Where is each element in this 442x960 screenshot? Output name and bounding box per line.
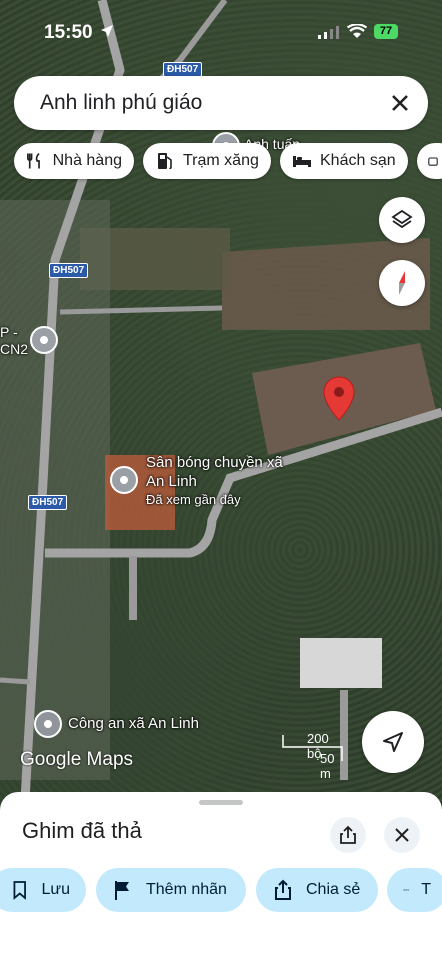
chip-restaurants[interactable]: Nhà hàng (14, 143, 134, 179)
road-shield: ĐH507 (49, 263, 89, 278)
volleyball-court-label: An Linh (146, 473, 197, 490)
recently-viewed-label: Đã xem gần đây (146, 492, 241, 507)
volleyball-court-label: Sân bóng chuyền xã (146, 454, 283, 471)
police-label: Công an xã An Linh (68, 715, 199, 732)
close-icon[interactable] (386, 89, 414, 117)
compass-button[interactable] (379, 260, 425, 306)
more-label: T (421, 881, 431, 898)
place-sheet[interactable]: Ghim đã thả Lưu Thêm nhãn Chia sẻ T (0, 792, 442, 960)
save-button[interactable]: Lưu (0, 868, 86, 912)
google-maps-logo: Google Maps (20, 749, 134, 770)
compass-icon (399, 271, 405, 295)
bed-icon (293, 156, 311, 167)
flag-icon (115, 881, 129, 900)
chip-label: Nhà hàng (52, 152, 122, 169)
chip-more[interactable] (417, 143, 442, 179)
search-query[interactable]: Anh linh phú giáo (40, 91, 202, 115)
more-button[interactable]: T (387, 868, 442, 912)
road (0, 677, 31, 685)
shopping-icon (428, 157, 438, 166)
signal-icon (318, 26, 339, 39)
volleyball-court-marker[interactable] (110, 466, 138, 494)
add-label-button[interactable]: Thêm nhãn (96, 868, 246, 912)
navigation-arrow-icon (383, 732, 403, 752)
sheet-title: Ghim đã thả (22, 818, 142, 843)
poi-marker[interactable] (30, 326, 58, 354)
police-marker[interactable] (34, 710, 62, 738)
road-shield: ĐH507 (163, 62, 203, 77)
building-roof (300, 638, 382, 688)
add-label-label: Thêm nhãn (146, 881, 227, 898)
poi-label: P - (0, 324, 18, 340)
wifi-icon (347, 24, 367, 38)
my-location-button[interactable] (362, 711, 424, 773)
status-time: 15:50 (44, 22, 93, 43)
save-label: Lưu (41, 881, 70, 898)
sheet-handle[interactable] (199, 800, 243, 805)
chip-label: Khách sạn (320, 152, 396, 169)
gas-station-icon (158, 153, 172, 170)
layers-button[interactable] (379, 197, 425, 243)
chip-gas-stations[interactable]: Trạm xăng (143, 143, 271, 179)
road-shield: ĐH507 (28, 495, 68, 510)
location-arrow-icon (101, 25, 113, 37)
share-action-button[interactable]: Chia sẻ (256, 868, 378, 912)
close-sheet-button[interactable] (384, 817, 420, 853)
status-bar: 15:50 77 (0, 18, 442, 48)
category-chips: Nhà hàng Trạm xăng Khách sạn (14, 143, 442, 181)
share-action-label: Chia sẻ (306, 881, 361, 898)
chip-hotels[interactable]: Khách sạn (280, 143, 408, 179)
share-button[interactable] (330, 817, 366, 853)
share-icon (275, 879, 291, 900)
close-icon (395, 828, 409, 842)
layers-icon (391, 209, 413, 229)
search-bar[interactable]: Anh linh phú giáo (14, 76, 428, 130)
share-icon (340, 825, 356, 844)
bookmark-icon (13, 881, 26, 900)
fork-knife-icon (27, 152, 40, 169)
scale-metric: 50 m (320, 751, 335, 781)
more-icon (403, 889, 409, 891)
battery-indicator: 77 (374, 24, 398, 39)
dropped-pin-icon[interactable] (322, 376, 356, 422)
chip-label: Trạm xăng (183, 152, 259, 169)
poi-label: CN2 (0, 341, 29, 357)
